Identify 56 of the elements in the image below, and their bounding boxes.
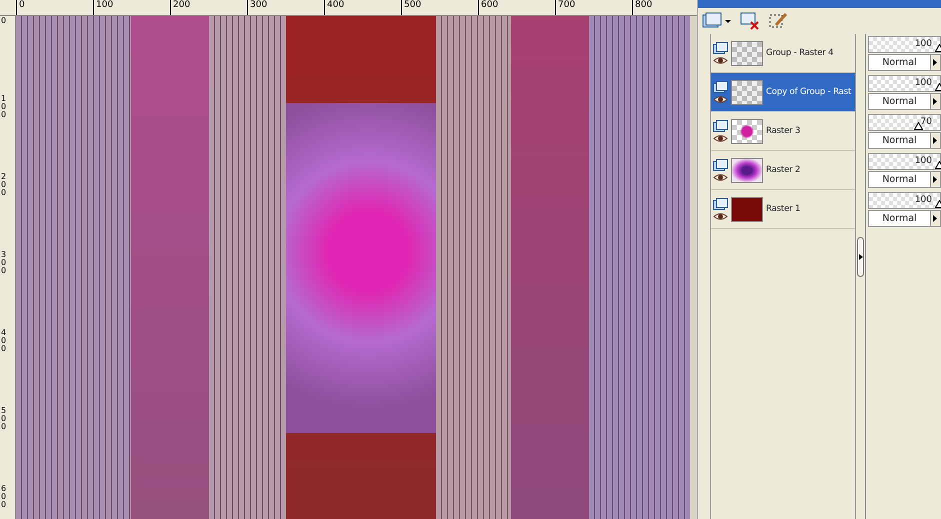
ruler-label: 700 — [555, 0, 576, 15]
layer-name: Copy of Group - Rast — [766, 86, 852, 98]
ruler-label: 100 — [93, 0, 114, 15]
layer-row[interactable]: Raster 2 — [711, 151, 855, 190]
ruler-label: 0 — [16, 0, 25, 15]
edit-selection-icon[interactable] — [768, 12, 788, 30]
layer-thumbnail — [731, 118, 763, 144]
raster-layer-icon[interactable] — [713, 80, 728, 92]
layer-thumbnail — [731, 158, 763, 182]
opacity-slider[interactable]: 100 — [868, 153, 941, 170]
layer-thumbnail — [731, 196, 763, 222]
raster-layer-icon[interactable] — [713, 198, 728, 210]
layer-name: Raster 2 — [766, 164, 800, 176]
blend-mode-dropdown[interactable]: Normal — [868, 54, 941, 71]
ruler-label: 100 — [1, 95, 8, 119]
ruler-label: 400 — [324, 0, 344, 15]
new-layer-icon[interactable] — [702, 12, 732, 30]
blend-mode-dropdown[interactable]: Normal — [868, 132, 941, 149]
eye-icon[interactable] — [713, 172, 728, 182]
ruler-label: 300 — [1, 251, 8, 275]
ruler-label: 600 — [478, 0, 498, 15]
panel-splitter-handle[interactable] — [857, 236, 864, 276]
layer-row[interactable]: Copy of Group - Rast — [711, 73, 855, 112]
blend-mode-dropdown[interactable]: Normal — [868, 210, 941, 227]
ruler-label: 200 — [170, 0, 190, 15]
eye-icon[interactable] — [713, 56, 728, 64]
layer-thumbnail — [731, 40, 763, 66]
raster-layer-icon[interactable] — [713, 158, 728, 170]
opacity-slider[interactable]: 100 — [868, 75, 941, 92]
layer-row[interactable]: Raster 3 — [711, 112, 855, 151]
layer-name: Group - Raster 4 — [766, 46, 834, 60]
delete-layer-icon[interactable] — [740, 12, 760, 30]
slider-thumb[interactable] — [914, 122, 923, 130]
opacity-slider[interactable]: 100 — [868, 192, 941, 209]
eye-icon[interactable] — [713, 94, 728, 104]
ruler-label: 500 — [1, 407, 8, 431]
opacity-slider[interactable]: 70 — [868, 114, 941, 131]
ruler-label: 600 — [1, 485, 8, 509]
blend-mode-dropdown[interactable]: Normal — [868, 93, 941, 110]
eye-icon[interactable] — [713, 212, 728, 220]
raster-layer-icon[interactable] — [713, 42, 728, 54]
layer-name: Raster 3 — [766, 124, 800, 138]
ruler-label: 500 — [401, 0, 422, 15]
blend-mode-dropdown[interactable]: Normal — [868, 171, 941, 188]
opacity-slider[interactable]: 100 — [868, 36, 941, 53]
eye-icon[interactable] — [713, 134, 728, 142]
layer-row[interactable]: Raster 1 — [711, 190, 855, 229]
layer-thumbnail — [731, 80, 763, 104]
ruler-label: 800 — [632, 0, 652, 15]
layer-name: Raster 1 — [766, 202, 800, 216]
ruler-label: 0 — [1, 17, 8, 25]
ruler-label: 300 — [247, 0, 268, 15]
ruler-label: 400 — [1, 329, 8, 353]
vertical-scrollbar[interactable] — [690, 16, 697, 519]
raster-layer-icon[interactable] — [713, 120, 728, 132]
ruler-label: 200 — [1, 173, 8, 197]
